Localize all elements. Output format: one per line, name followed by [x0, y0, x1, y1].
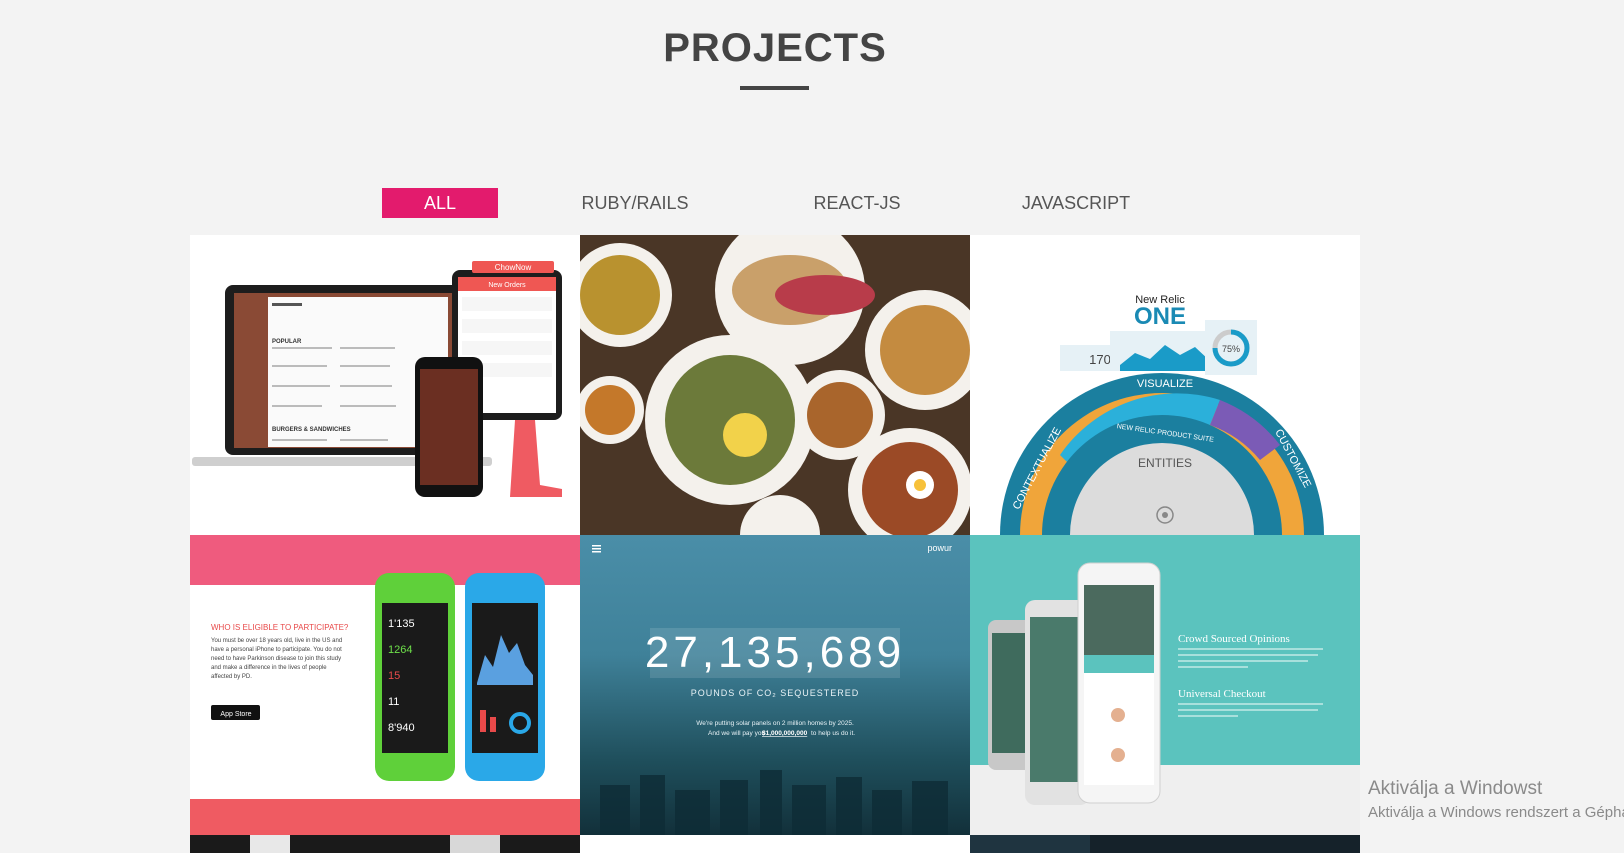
pd-heading: WHO IS ELIGIBLE TO PARTICIPATE? [211, 623, 349, 632]
powur-brand: powur [927, 543, 952, 553]
project-card-powur[interactable]: powur 27,135,689 POUNDS OF CO₂ SEQUESTER… [580, 535, 970, 835]
project-card-newrelic[interactable]: New Relic ONE 170 75% VISUALIZE CONTEXTU… [970, 235, 1360, 535]
project-filter-bar: ALL RUBY/RAILS REACT-JS JAVASCRIPT [0, 188, 1624, 218]
chownow-menu-popular: POPULAR [272, 339, 302, 345]
newrelic-logo: ONE [1134, 303, 1186, 330]
crowd-app-graphic: Crowd Sourced Opinions Universal Checkou… [970, 535, 1360, 835]
project-card-row3-2[interactable] [580, 835, 970, 853]
project-card-food[interactable] [580, 235, 970, 535]
newrelic-entities: ENTITIES [1138, 456, 1192, 470]
crowd-feature1: Crowd Sourced Opinions [1178, 633, 1290, 645]
watermark-line1: Aktiválja a Windowst [1368, 778, 1543, 799]
row3-image-3 [970, 835, 1360, 853]
title-underline [740, 86, 809, 90]
powur-counter: 27,135,689 [645, 628, 905, 677]
newrelic-visualize: VISUALIZE [1137, 378, 1193, 390]
project-card-crowd[interactable]: Crowd Sourced Opinions Universal Checkou… [970, 535, 1360, 835]
projects-grid: POPULAR BURGERS & SANDWICHES New Orders … [190, 235, 1360, 853]
pd-value-4: 11 [388, 696, 399, 708]
watermark-line2: Aktiválja a Windows rendszert a Gépházba… [1368, 804, 1624, 821]
powur-amount: $1,000,000,000 [762, 730, 808, 737]
pd-value-2: 1264 [388, 644, 412, 656]
project-card-row3-3[interactable] [970, 835, 1360, 853]
newrelic-metric: 170 [1089, 352, 1111, 367]
pd-value-1: 1'135 [388, 618, 415, 630]
crowd-feature2: Universal Checkout [1178, 688, 1266, 700]
pd-body: You must be over 18 years old, live in t… [211, 638, 343, 680]
row3-image-1 [190, 835, 580, 853]
powur-line2-post: to help us do it. [811, 730, 855, 737]
chownow-brand: ChowNow [495, 263, 532, 272]
powur-line2-pre: And we will pay you [708, 730, 765, 737]
section-title: PROJECTS [663, 26, 887, 70]
newrelic-percent: 75% [1222, 344, 1240, 354]
pd-app-store-badge: App Store [220, 711, 251, 718]
filter-react-js[interactable]: REACT-JS [790, 188, 924, 218]
project-card-pd-study[interactable]: WHO IS ELIGIBLE TO PARTICIPATE? You must… [190, 535, 580, 835]
project-card-chownow[interactable]: POPULAR BURGERS & SANDWICHES New Orders … [190, 235, 580, 535]
windows-activation-watermark: Aktiválja a Windowst Aktiválja a Windows… [1368, 778, 1624, 821]
powur-line1: We're putting solar panels on 2 million … [696, 720, 854, 727]
powur-graphic: powur 27,135,689 POUNDS OF CO₂ SEQUESTER… [592, 543, 952, 835]
food-photo [580, 235, 970, 535]
pd-study-graphic: WHO IS ELIGIBLE TO PARTICIPATE? You must… [190, 535, 580, 835]
chownow-devices-image: POPULAR BURGERS & SANDWICHES New Orders … [190, 235, 580, 535]
chownow-new-orders: New Orders [488, 282, 526, 289]
newrelic-graphic: New Relic ONE 170 75% VISUALIZE CONTEXTU… [970, 235, 1360, 535]
filter-javascript[interactable]: JAVASCRIPT [1010, 188, 1142, 218]
filter-all[interactable]: ALL [382, 188, 498, 218]
powur-caption: POUNDS OF CO₂ SEQUESTERED [691, 688, 860, 698]
filter-ruby-rails[interactable]: RUBY/RAILS [560, 188, 710, 218]
pd-value-3: 15 [388, 670, 400, 682]
pd-value-5: 8'940 [388, 722, 415, 734]
chownow-menu-burgers: BURGERS & SANDWICHES [272, 427, 351, 433]
project-card-row3-1[interactable] [190, 835, 580, 853]
